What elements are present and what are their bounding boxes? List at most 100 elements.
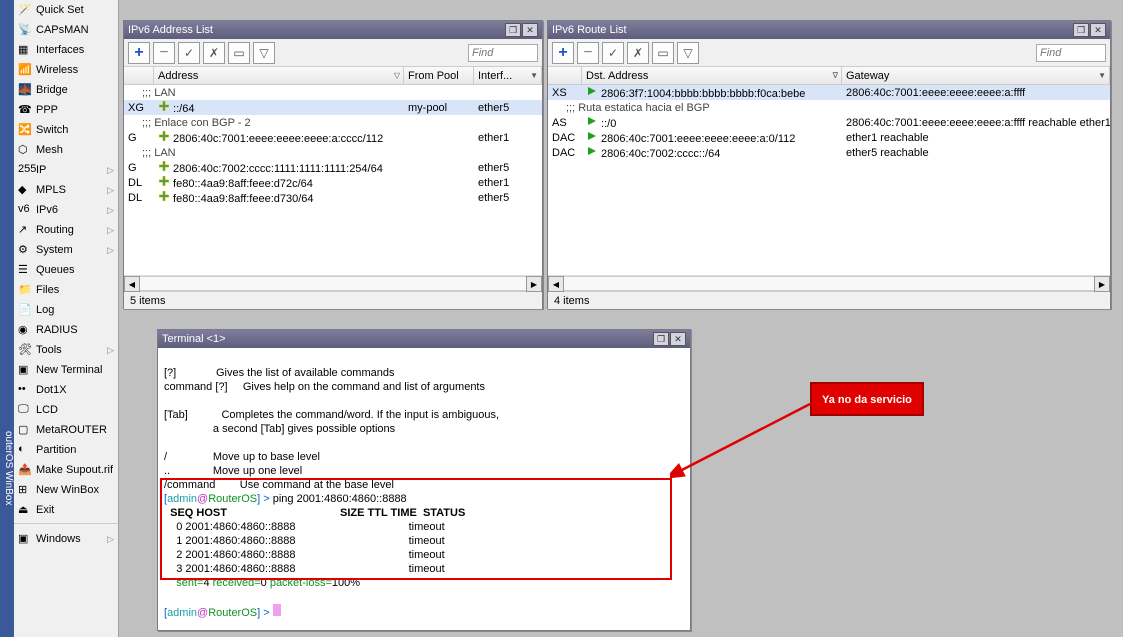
sidebar-item-mesh[interactable]: ⬡Mesh xyxy=(14,140,118,160)
sidebar-item-ppp[interactable]: ☎PPP xyxy=(14,100,118,120)
window-titlebar[interactable]: IPv6 Route List ❐ ✕ xyxy=(548,21,1110,39)
scroll-right-button[interactable]: ▶ xyxy=(1094,276,1110,292)
window-close-button[interactable]: ✕ xyxy=(522,23,538,37)
sidebar-item-label: Bridge xyxy=(36,84,68,96)
sidebar-item-label: Quick Set xyxy=(36,4,84,16)
window-close-button[interactable]: ✕ xyxy=(1090,23,1106,37)
sidebar-item-switch[interactable]: 🔀Switch xyxy=(14,120,118,140)
sidebar-item-quick-set[interactable]: 🪄Quick Set xyxy=(14,0,118,20)
find-input[interactable] xyxy=(468,44,538,62)
table-row[interactable]: XS 2806:3f7:1004:bbbb:bbbb:bbbb:f0ca:beb… xyxy=(548,85,1110,100)
window-titlebar[interactable]: IPv6 Address List ❐ ✕ xyxy=(124,21,542,39)
col-from-pool[interactable]: From Pool xyxy=(404,67,474,84)
filter-button[interactable]: ▽ xyxy=(253,42,275,64)
app-vertical-title: outerOS WinBox xyxy=(0,0,14,637)
submenu-arrow-icon: ▷ xyxy=(107,345,114,356)
window-terminal: Terminal <1> ❐ ✕ [?] Gives the list of a… xyxy=(157,329,691,631)
sidebar-item-system[interactable]: ⚙System▷ xyxy=(14,240,118,260)
sidebar-item-label: Windows xyxy=(36,533,81,545)
sidebar-item-partition[interactable]: ◐Partition xyxy=(14,440,118,460)
plus-icon xyxy=(158,160,170,172)
disable-button[interactable]: ✗ xyxy=(627,42,649,64)
remove-button[interactable]: − xyxy=(153,42,175,64)
tools-icon: 🛠 xyxy=(18,343,32,357)
window-title: Terminal <1> xyxy=(162,333,653,345)
sidebar-item-dot1x[interactable]: ••Dot1X xyxy=(14,380,118,400)
sidebar-item-label: System xyxy=(36,244,73,256)
col-dst-address[interactable]: Dst. Address∇ xyxy=(582,67,842,84)
sidebar-item-radius[interactable]: ◉RADIUS xyxy=(14,320,118,340)
sidebar-item-ip[interactable]: 255IP▷ xyxy=(14,160,118,180)
log-icon: 📄 xyxy=(18,303,32,317)
table-row[interactable]: DAC 2806:40c:7001:eeee:eeee:eeee:a:0/112… xyxy=(548,130,1110,145)
sidebar-item-capsman[interactable]: 📡CAPsMAN xyxy=(14,20,118,40)
add-button[interactable]: + xyxy=(128,42,150,64)
table-row[interactable]: AS ::/02806:40c:7001:eeee:eeee:eeee:a:ff… xyxy=(548,115,1110,130)
radius-icon: ◉ xyxy=(18,323,32,337)
window-restore-button[interactable]: ❐ xyxy=(653,332,669,346)
sidebar-item-new-terminal[interactable]: ▣New Terminal xyxy=(14,360,118,380)
sidebar-item-label: Files xyxy=(36,284,59,296)
table-row[interactable]: DL fe80::4aa9:8aff:feee:d730/64ether5 xyxy=(124,190,542,205)
sidebar-item-mpls[interactable]: ◆MPLS▷ xyxy=(14,180,118,200)
col-flags[interactable] xyxy=(548,67,582,84)
sidebar-item-windows[interactable]: ▣Windows▷ xyxy=(14,529,118,549)
sidebar-item-label: Make Supout.rif xyxy=(36,464,113,476)
sidebar-item-new-winbox[interactable]: ⊞New WinBox xyxy=(14,480,118,500)
window-restore-button[interactable]: ❐ xyxy=(1073,23,1089,37)
sidebar-item-label: Log xyxy=(36,304,54,316)
sidebar-item-exit[interactable]: ⏏Exit xyxy=(14,500,118,520)
sidebar-item-routing[interactable]: ↗Routing▷ xyxy=(14,220,118,240)
scroll-left-button[interactable]: ◀ xyxy=(124,276,140,292)
sidebar-item-ipv6[interactable]: v6IPv6▷ xyxy=(14,200,118,220)
sidebar-item-label: MPLS xyxy=(36,184,66,196)
status-bar: 4 items xyxy=(548,291,1110,309)
enable-button[interactable]: ✓ xyxy=(178,42,200,64)
sidebar-item-metarouter[interactable]: ▢MetaROUTER xyxy=(14,420,118,440)
remove-button[interactable]: − xyxy=(577,42,599,64)
table-row[interactable]: G 2806:40c:7002:cccc:1111:1111:1111:254/… xyxy=(124,160,542,175)
sidebar-item-wireless[interactable]: 📶Wireless xyxy=(14,60,118,80)
horizontal-scrollbar[interactable]: ◀▶ xyxy=(548,275,1110,291)
comment-button[interactable]: ▭ xyxy=(652,42,674,64)
sidebar-item-tools[interactable]: 🛠Tools▷ xyxy=(14,340,118,360)
supout-icon: 📤 xyxy=(18,463,32,477)
table-row[interactable]: DAC 2806:40c:7002:cccc::/64ether5 reacha… xyxy=(548,145,1110,160)
submenu-arrow-icon: ▷ xyxy=(107,534,114,545)
col-interface[interactable]: Interf...▼ xyxy=(474,67,542,84)
table-row[interactable]: XG ::/64my-poolether5 xyxy=(124,100,542,115)
scroll-left-button[interactable]: ◀ xyxy=(548,276,564,292)
terminal-body[interactable]: [?] Gives the list of available commands… xyxy=(158,348,690,630)
mpls-icon: ◆ xyxy=(18,183,32,197)
grid-body[interactable]: ;;; LANXG ::/64my-poolether5;;; Enlace c… xyxy=(124,85,542,275)
add-button[interactable]: + xyxy=(552,42,574,64)
sidebar-item-files[interactable]: 📁Files xyxy=(14,280,118,300)
grid-comment: ;;; LAN xyxy=(124,85,542,100)
sidebar-item-log[interactable]: 📄 Log xyxy=(14,300,118,320)
sidebar-item-bridge[interactable]: 🌉Bridge xyxy=(14,80,118,100)
col-gateway[interactable]: Gateway▼ xyxy=(842,67,1110,84)
grid-body[interactable]: XS 2806:3f7:1004:bbbb:bbbb:bbbb:f0ca:beb… xyxy=(548,85,1110,275)
sidebar-item-make-supout-rif[interactable]: 📤 Make Supout.rif xyxy=(14,460,118,480)
window-restore-button[interactable]: ❐ xyxy=(505,23,521,37)
horizontal-scrollbar[interactable]: ◀▶ xyxy=(124,275,542,291)
sidebar-item-queues[interactable]: ☰Queues xyxy=(14,260,118,280)
scroll-right-button[interactable]: ▶ xyxy=(526,276,542,292)
status-text: 5 items xyxy=(130,295,165,307)
sidebar-item-interfaces[interactable]: ▦Interfaces xyxy=(14,40,118,60)
filter-button[interactable]: ▽ xyxy=(677,42,699,64)
window-titlebar[interactable]: Terminal <1> ❐ ✕ xyxy=(158,330,690,348)
comment-button[interactable]: ▭ xyxy=(228,42,250,64)
ifaces-icon: ▦ xyxy=(18,43,32,57)
find-input[interactable] xyxy=(1036,44,1106,62)
ipv6-icon: v6 xyxy=(18,203,32,217)
window-close-button[interactable]: ✕ xyxy=(670,332,686,346)
col-flags[interactable] xyxy=(124,67,154,84)
disable-button[interactable]: ✗ xyxy=(203,42,225,64)
table-row[interactable]: G 2806:40c:7001:eeee:eeee:eeee:a:cccc/11… xyxy=(124,130,542,145)
sidebar-item-lcd[interactable]: 🖵LCD xyxy=(14,400,118,420)
sidebar-item-label: Queues xyxy=(36,264,75,276)
table-row[interactable]: DL fe80::4aa9:8aff:feee:d72c/64ether1 xyxy=(124,175,542,190)
enable-button[interactable]: ✓ xyxy=(602,42,624,64)
col-address[interactable]: Address▽ xyxy=(154,67,404,84)
